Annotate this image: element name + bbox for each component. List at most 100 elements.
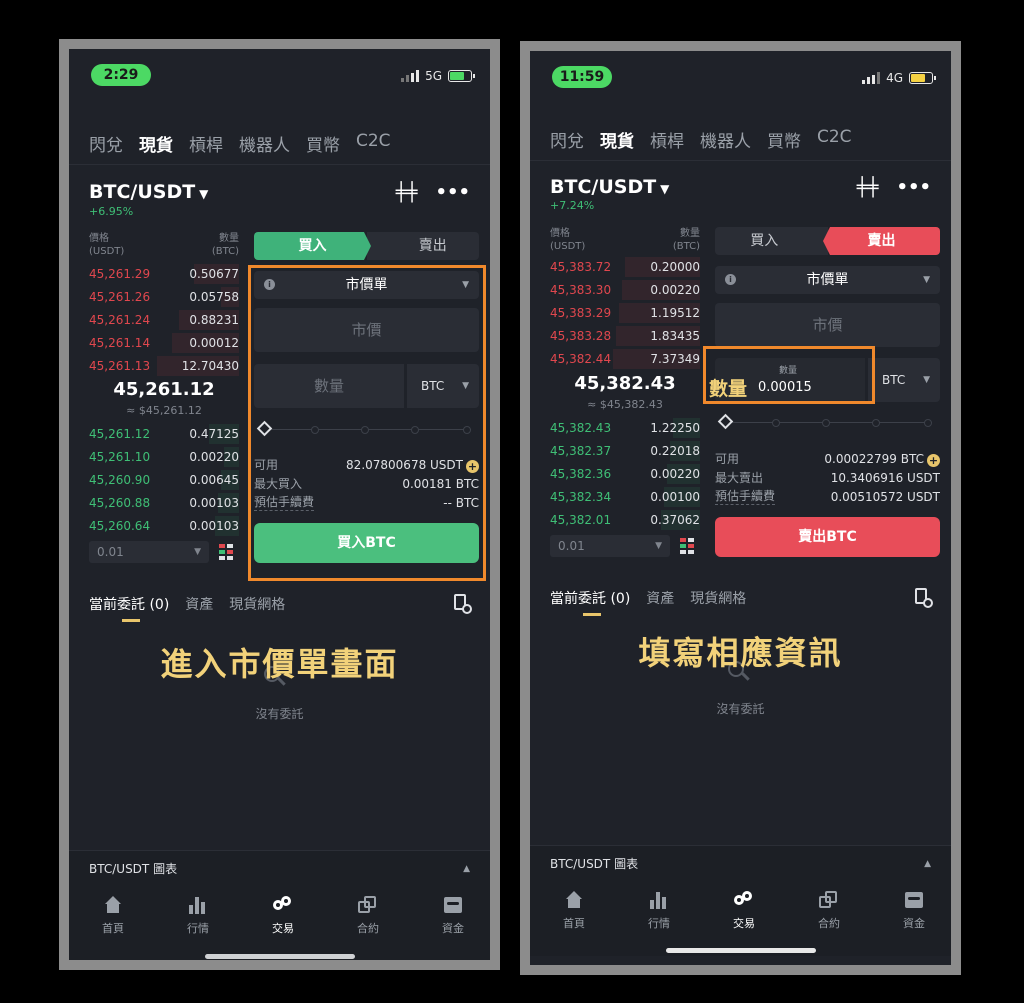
ask-price: 45,261.14 [89,336,151,350]
tab-buy-crypto[interactable]: 買幣 [767,127,801,152]
tab-spot-grid[interactable]: 現貨網格 [229,594,285,614]
nav-futures[interactable]: 合約 [338,886,398,936]
ask-row[interactable]: 45,383.29 1.19512 [550,302,700,324]
ask-qty: 12.70430 [181,359,239,373]
ask-row[interactable]: 45,261.29 0.50677 [89,263,239,285]
tab-margin[interactable]: 槓桿 [189,131,223,156]
nav-trade[interactable]: 交易 [253,886,313,936]
orderbook-layout-icon[interactable] [680,538,696,554]
order-type-select[interactable]: i 市價單 ▼ [715,266,940,294]
quantity-unit-select[interactable]: BTC ▼ [868,358,940,402]
sell-tab[interactable]: 賣出 [366,232,479,260]
tab-c2c[interactable]: C2C [356,131,391,156]
bid-row[interactable]: 45,382.34 0.00100 [550,486,700,508]
chart-toggle-bar[interactable]: BTC/USDT 圖表 ▲ [69,850,490,886]
ask-row[interactable]: 45,383.30 0.00220 [550,279,700,301]
available-value: 0.00022799 BTC [824,452,924,466]
network-type: 4G [886,71,903,85]
tab-c2c[interactable]: C2C [817,127,852,152]
order-history-icon[interactable] [454,594,472,614]
buy-tab[interactable]: 買入 [254,232,371,260]
nav-home[interactable]: 首頁 [83,886,143,936]
chart-label: BTC/USDT 圖表 [550,857,639,871]
tab-assets[interactable]: 資產 [646,588,674,608]
nav-funds[interactable]: 資金 [884,881,944,931]
bid-row[interactable]: 45,260.90 0.00645 [89,469,239,491]
tab-assets[interactable]: 資產 [185,594,213,614]
ask-row[interactable]: 45,383.28 1.83435 [550,325,700,347]
ask-row[interactable]: 45,383.72 0.20000 [550,256,700,278]
buy-tab[interactable]: 買入 [715,227,828,255]
nav-home[interactable]: 首頁 [544,881,604,931]
bid-qty: 0.00100 [650,490,700,504]
bid-price: 45,261.12 [89,427,151,441]
tab-open-orders[interactable]: 當前委託 (0) [89,594,169,614]
bid-row[interactable]: 45,260.64 0.00103 [89,515,239,537]
bid-row[interactable]: 45,261.12 0.47125 [89,423,239,445]
battery-icon [909,72,936,84]
ask-row[interactable]: 45,261.24 0.88231 [89,309,239,331]
sell-tab[interactable]: 賣出 [823,227,940,255]
chart-toggle-bar[interactable]: BTC/USDT 圖表 ▲ [530,845,951,881]
price-change: +7.24% [550,199,595,212]
ask-row[interactable]: 45,261.14 0.00012 [89,332,239,354]
bid-row[interactable]: 45,382.37 0.22018 [550,440,700,462]
tab-convert[interactable]: 閃兌 [89,131,123,156]
depth-value: 0.01 [558,539,585,553]
info-icon[interactable]: i [725,274,736,285]
tab-convert[interactable]: 閃兌 [550,127,584,152]
more-icon[interactable]: ••• [435,182,470,203]
ask-price: 45,382.44 [550,352,612,366]
nav-funds[interactable]: 資金 [423,886,483,936]
trade-type-tabs: 閃兌 現貨 槓桿 機器人 買幣 C2C [89,131,391,156]
ask-row[interactable]: 45,261.13 12.70430 [89,355,239,377]
pair-selector[interactable]: BTC/USDT ▼ [89,181,208,203]
available-row: 可用 0.00022799 BTC + [715,450,940,469]
depth-select[interactable]: 0.01 ▼ [550,535,670,557]
add-funds-icon[interactable]: + [927,454,940,467]
empty-orders-text: 沒有委託 [255,707,304,721]
tab-margin[interactable]: 槓桿 [650,127,684,152]
bid-row[interactable]: 45,261.10 0.00220 [89,446,239,468]
depth-select[interactable]: 0.01 ▼ [89,541,209,563]
tab-buy-crypto[interactable]: 買幣 [306,131,340,156]
tab-spot-grid[interactable]: 現貨網格 [690,588,746,608]
bottom-nav: 首頁 行情 交易 合約 資金 [69,886,490,960]
ask-row[interactable]: 45,261.26 0.05758 [89,286,239,308]
fee-label[interactable]: 預估手續費 [715,488,776,505]
nav-markets[interactable]: 行情 [168,886,228,936]
nav-markets[interactable]: 行情 [629,881,689,931]
ask-row[interactable]: 45,382.44 7.37349 [550,348,700,370]
ask-price: 45,261.29 [89,267,151,281]
nav-futures[interactable]: 合約 [799,881,859,931]
tab-spot[interactable]: 現貨 [600,127,634,152]
amount-slider[interactable] [717,413,934,430]
bid-price: 45,260.64 [89,519,151,533]
screen-left: 2:29 5G 閃兌 現貨 槓桿 機器人 買幣 C2C BTC/USDT ▼ +6… [69,49,490,960]
nav-trade[interactable]: 交易 [714,881,774,931]
tab-bot[interactable]: 機器人 [700,127,751,152]
tab-bot[interactable]: 機器人 [239,131,290,156]
bid-row[interactable]: 45,382.43 1.22250 [550,417,700,439]
order-history-icon[interactable] [915,588,933,608]
price-input[interactable]: 市價 [715,303,940,347]
pair-selector[interactable]: BTC/USDT ▼ [550,176,669,198]
sell-btc-button[interactable]: 賣出BTC [715,517,940,557]
bid-row[interactable]: 45,382.36 0.00220 [550,463,700,485]
more-icon[interactable]: ••• [896,177,931,198]
qty-unit-header: (BTC) [672,241,700,252]
candlestick-chart-icon[interactable]: ╪╪ [857,177,879,198]
fee-value: 0.00510572 USDT [830,490,940,504]
candlestick-chart-icon[interactable]: ╪╪ [396,182,418,203]
ask-qty: 0.20000 [650,260,700,274]
tab-open-orders[interactable]: 當前委託 (0) [550,588,630,608]
tab-spot[interactable]: 現貨 [139,131,173,156]
trade-icon [734,891,754,909]
nav-label: 資金 [903,917,925,930]
bid-row[interactable]: 45,260.88 0.00103 [89,492,239,514]
order-tabs: 當前委託 (0) 資產 現貨網格 [550,588,746,608]
bid-row[interactable]: 45,382.01 0.37062 [550,509,700,531]
bid-price: 45,382.34 [550,490,612,504]
orderbook-layout-icon[interactable] [219,544,235,560]
slider-handle[interactable] [717,413,734,430]
